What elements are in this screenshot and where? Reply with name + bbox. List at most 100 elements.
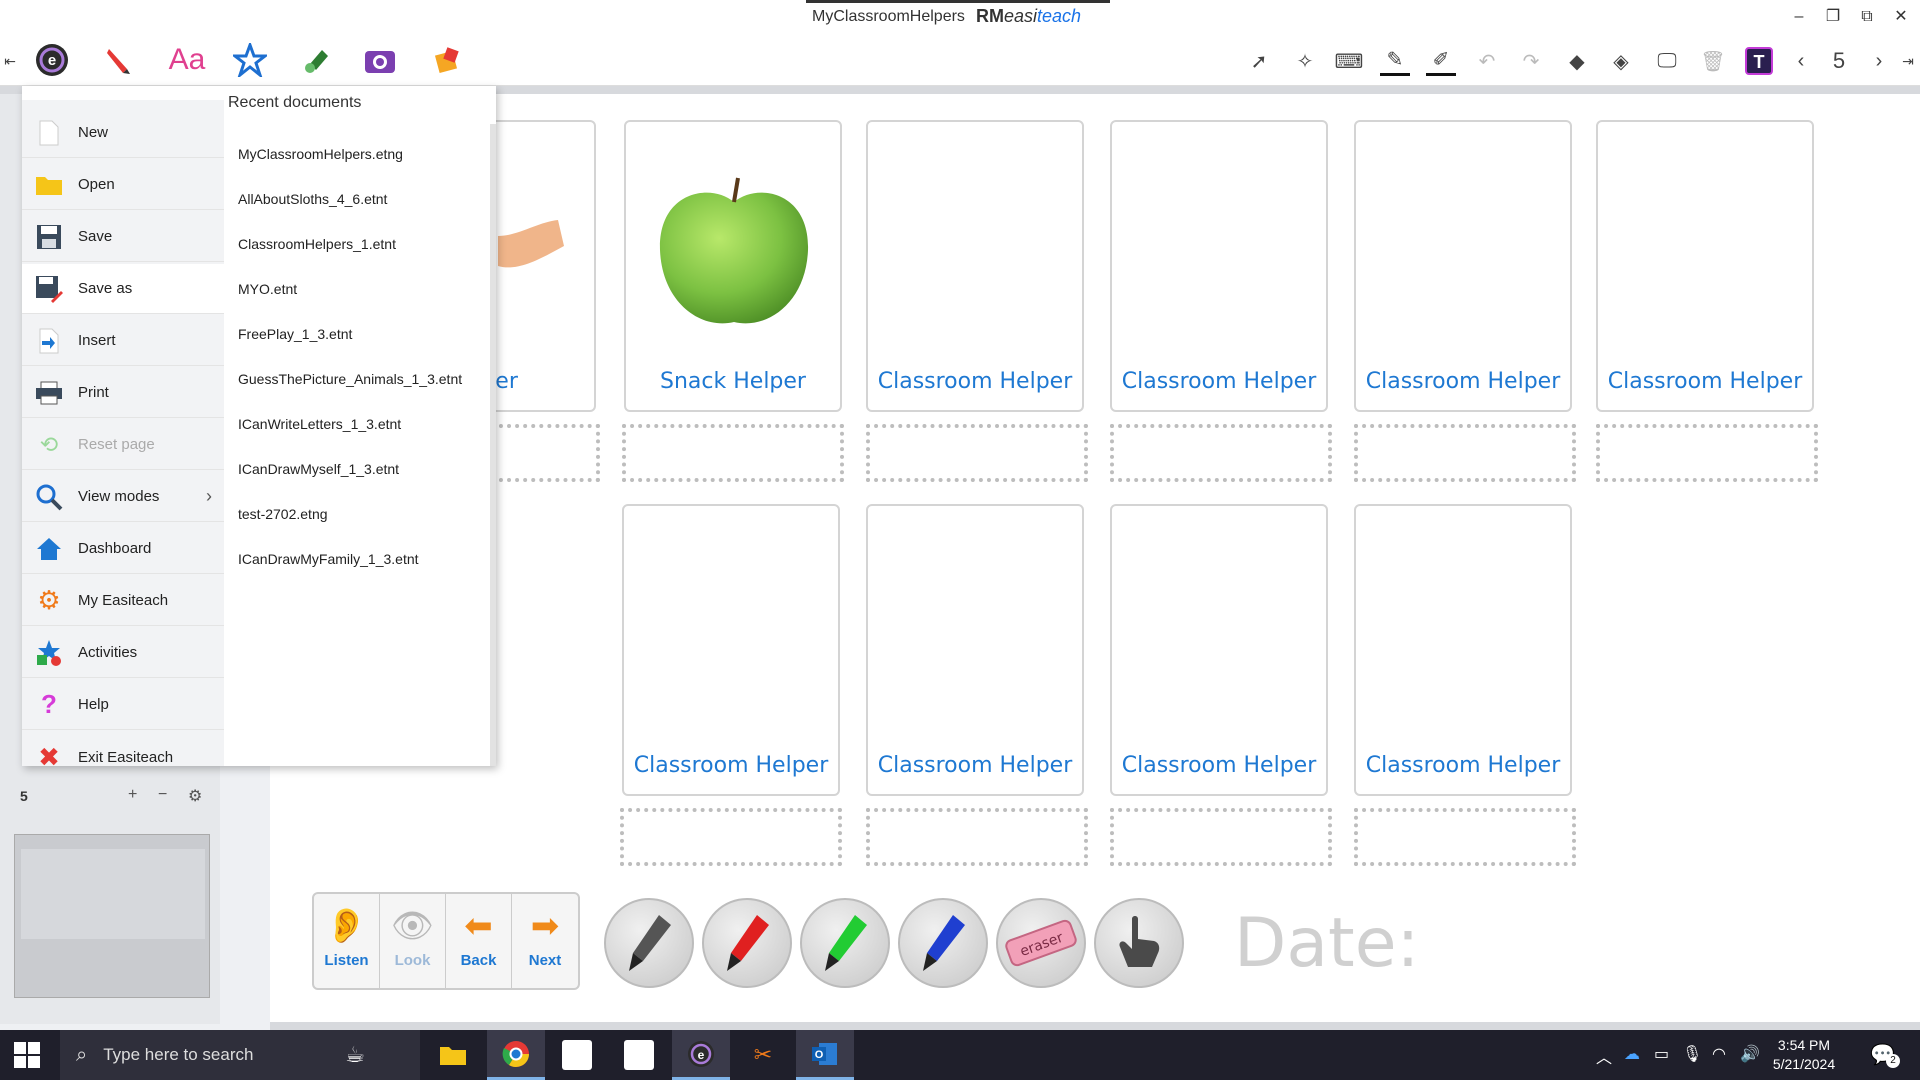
page-settings-button[interactable]: ⚙ <box>188 786 202 806</box>
snipping-tool-icon[interactable]: ✂ <box>734 1030 792 1080</box>
menu-reset-page[interactable]: ⟲ Reset page <box>22 420 224 470</box>
add-page-button[interactable]: + <box>128 786 137 804</box>
recent-document[interactable]: GuessThePicture_Animals_1_3.etnt <box>238 371 462 387</box>
listen-button[interactable]: 👂 Listen <box>314 894 380 988</box>
helper-card-classroom-4[interactable]: Classroom Helper <box>1596 120 1814 412</box>
blue-marker-button[interactable] <box>898 898 988 988</box>
helper-card-classroom-1[interactable]: Classroom Helper <box>866 120 1084 412</box>
tea-cup-widget-icon[interactable]: ☕ <box>326 1030 384 1080</box>
pointer-hand-button[interactable] <box>1094 898 1184 988</box>
helper-card-classroom-3[interactable]: Classroom Helper <box>1354 120 1572 412</box>
keyboard-icon[interactable]: ⌨ <box>1334 46 1364 76</box>
close-button[interactable]: ✕ <box>1886 6 1916 28</box>
helper-card-classroom-8[interactable]: Classroom Helper <box>1354 504 1572 796</box>
menu-new[interactable]: New <box>22 108 224 158</box>
highlighter-icon[interactable]: ✎ <box>1380 46 1410 76</box>
name-slot[interactable] <box>622 424 844 482</box>
wifi-icon[interactable]: ◠ <box>1712 1044 1726 1064</box>
previous-page-icon[interactable]: ‹ <box>1786 46 1816 76</box>
collapse-right-icon[interactable]: ⇥ <box>1898 46 1918 76</box>
eraser-button[interactable]: eraser <box>996 898 1086 988</box>
taskbar-clock[interactable]: 3:54 PM 5/21/2024 <box>1764 1036 1844 1074</box>
menu-my-easiteach[interactable]: ⚙ My Easiteach <box>22 576 224 626</box>
volume-icon[interactable]: 🔊 <box>1740 1044 1760 1064</box>
helper-card-classroom-5[interactable]: Classroom Helper <box>622 504 840 796</box>
name-slot[interactable] <box>866 808 1088 866</box>
helper-card-classroom-6[interactable]: Classroom Helper <box>866 504 1084 796</box>
next-page-icon[interactable]: › <box>1864 46 1894 76</box>
recent-document[interactable]: MYO.etnt <box>238 281 297 297</box>
notifications-button[interactable]: 💬 2 <box>1870 1042 1900 1068</box>
green-marker-button[interactable] <box>800 898 890 988</box>
display-icon[interactable]: 🖵 <box>1652 46 1682 76</box>
menu-activities[interactable]: Activities <box>22 628 224 678</box>
clear-icon[interactable]: ◈ <box>1606 46 1636 76</box>
menu-dashboard[interactable]: Dashboard <box>22 524 224 574</box>
recent-document[interactable]: ICanDrawMyFamily_1_3.etnt <box>238 551 419 567</box>
name-slot[interactable] <box>1110 424 1332 482</box>
shape-icon[interactable] <box>428 40 468 80</box>
marker-icon[interactable]: ✐ <box>1426 46 1456 76</box>
file-explorer-icon[interactable] <box>424 1030 482 1080</box>
helper-card-classroom-2[interactable]: Classroom Helper <box>1110 120 1328 412</box>
name-slot[interactable] <box>1110 808 1332 866</box>
remove-page-button[interactable]: − <box>158 786 167 804</box>
easiteach-taskbar-icon[interactable]: e <box>672 1030 730 1080</box>
microphone-icon[interactable]: 🎙 <box>1682 1044 1702 1064</box>
recent-document[interactable]: FreePlay_1_3.etnt <box>238 326 352 342</box>
name-slot[interactable] <box>620 808 842 866</box>
recent-document[interactable]: ClassroomHelpers_1.etnt <box>238 236 396 252</box>
collapse-left-icon[interactable]: ⇤ <box>0 46 20 76</box>
recent-document[interactable]: test-2702.etng <box>238 506 328 522</box>
recent-document[interactable]: AllAboutSloths_4_6.etnt <box>238 191 387 207</box>
chrome-icon[interactable] <box>487 1030 545 1080</box>
minimize-button[interactable]: – <box>1784 6 1814 28</box>
back-button[interactable]: ⬅ Back <box>446 894 512 988</box>
star-icon[interactable] <box>230 40 270 80</box>
redo-icon[interactable]: ↷ <box>1516 46 1546 76</box>
fullscreen-button[interactable]: ⧉ <box>1852 6 1882 28</box>
black-marker-button[interactable] <box>604 898 694 988</box>
battery-icon[interactable]: ▭ <box>1654 1044 1669 1064</box>
trash-icon[interactable]: 🗑 <box>1698 46 1728 76</box>
recent-document[interactable]: ICanDrawMyself_1_3.etnt <box>238 461 399 477</box>
helper-card-classroom-7[interactable]: Classroom Helper <box>1110 504 1328 796</box>
red-marker-button[interactable] <box>702 898 792 988</box>
windows-start-icon[interactable] <box>14 1042 40 1068</box>
eraser-tool-icon[interactable]: ◆ <box>1562 46 1592 76</box>
app-icon-2[interactable] <box>610 1030 668 1080</box>
menu-exit[interactable]: ✖ Exit Easiteach <box>22 732 224 782</box>
name-slot[interactable] <box>1354 808 1576 866</box>
recent-document[interactable]: ICanWriteLetters_1_3.etnt <box>238 416 401 432</box>
menu-print[interactable]: Print <box>22 368 224 418</box>
recent-scrollbar[interactable] <box>490 124 496 766</box>
text-icon[interactable]: Aa <box>164 40 210 80</box>
magic-select-icon[interactable]: ✧ <box>1290 46 1320 76</box>
recent-document[interactable]: MyClassroomHelpers.etng <box>238 146 403 162</box>
page-thumbnail[interactable] <box>14 834 210 998</box>
look-button[interactable]: 👁 Look <box>380 894 446 988</box>
select-arrow-icon[interactable]: ➚ <box>1244 46 1274 76</box>
menu-view-modes[interactable]: View modes › <box>22 472 224 522</box>
paint-icon[interactable] <box>298 40 338 80</box>
camera-icon[interactable] <box>360 40 400 80</box>
pen-icon[interactable] <box>98 40 138 80</box>
next-button[interactable]: ➡ Next <box>512 894 578 988</box>
menu-help[interactable]: ? Help <box>22 680 224 730</box>
outlook-icon[interactable]: O <box>796 1030 854 1080</box>
name-slot[interactable] <box>1596 424 1818 482</box>
menu-save[interactable]: Save <box>22 212 224 262</box>
restore-button[interactable]: ❐ <box>1818 6 1848 28</box>
onedrive-icon[interactable]: ☁ <box>1624 1044 1640 1064</box>
app-icon-1[interactable] <box>548 1030 606 1080</box>
easiteach-menu-icon[interactable]: e <box>32 40 72 80</box>
menu-insert[interactable]: Insert <box>22 316 224 366</box>
name-slot[interactable] <box>1354 424 1576 482</box>
undo-icon[interactable]: ↶ <box>1472 46 1502 76</box>
name-slot[interactable] <box>866 424 1088 482</box>
show-hidden-icons-icon[interactable]: ︿ <box>1596 1044 1612 1068</box>
menu-save-as[interactable]: Save as <box>22 264 224 314</box>
helper-card-snack[interactable]: Snack Helper <box>624 120 842 412</box>
menu-open[interactable]: Open <box>22 160 224 210</box>
teacher-tools-icon[interactable]: T <box>1744 46 1774 76</box>
